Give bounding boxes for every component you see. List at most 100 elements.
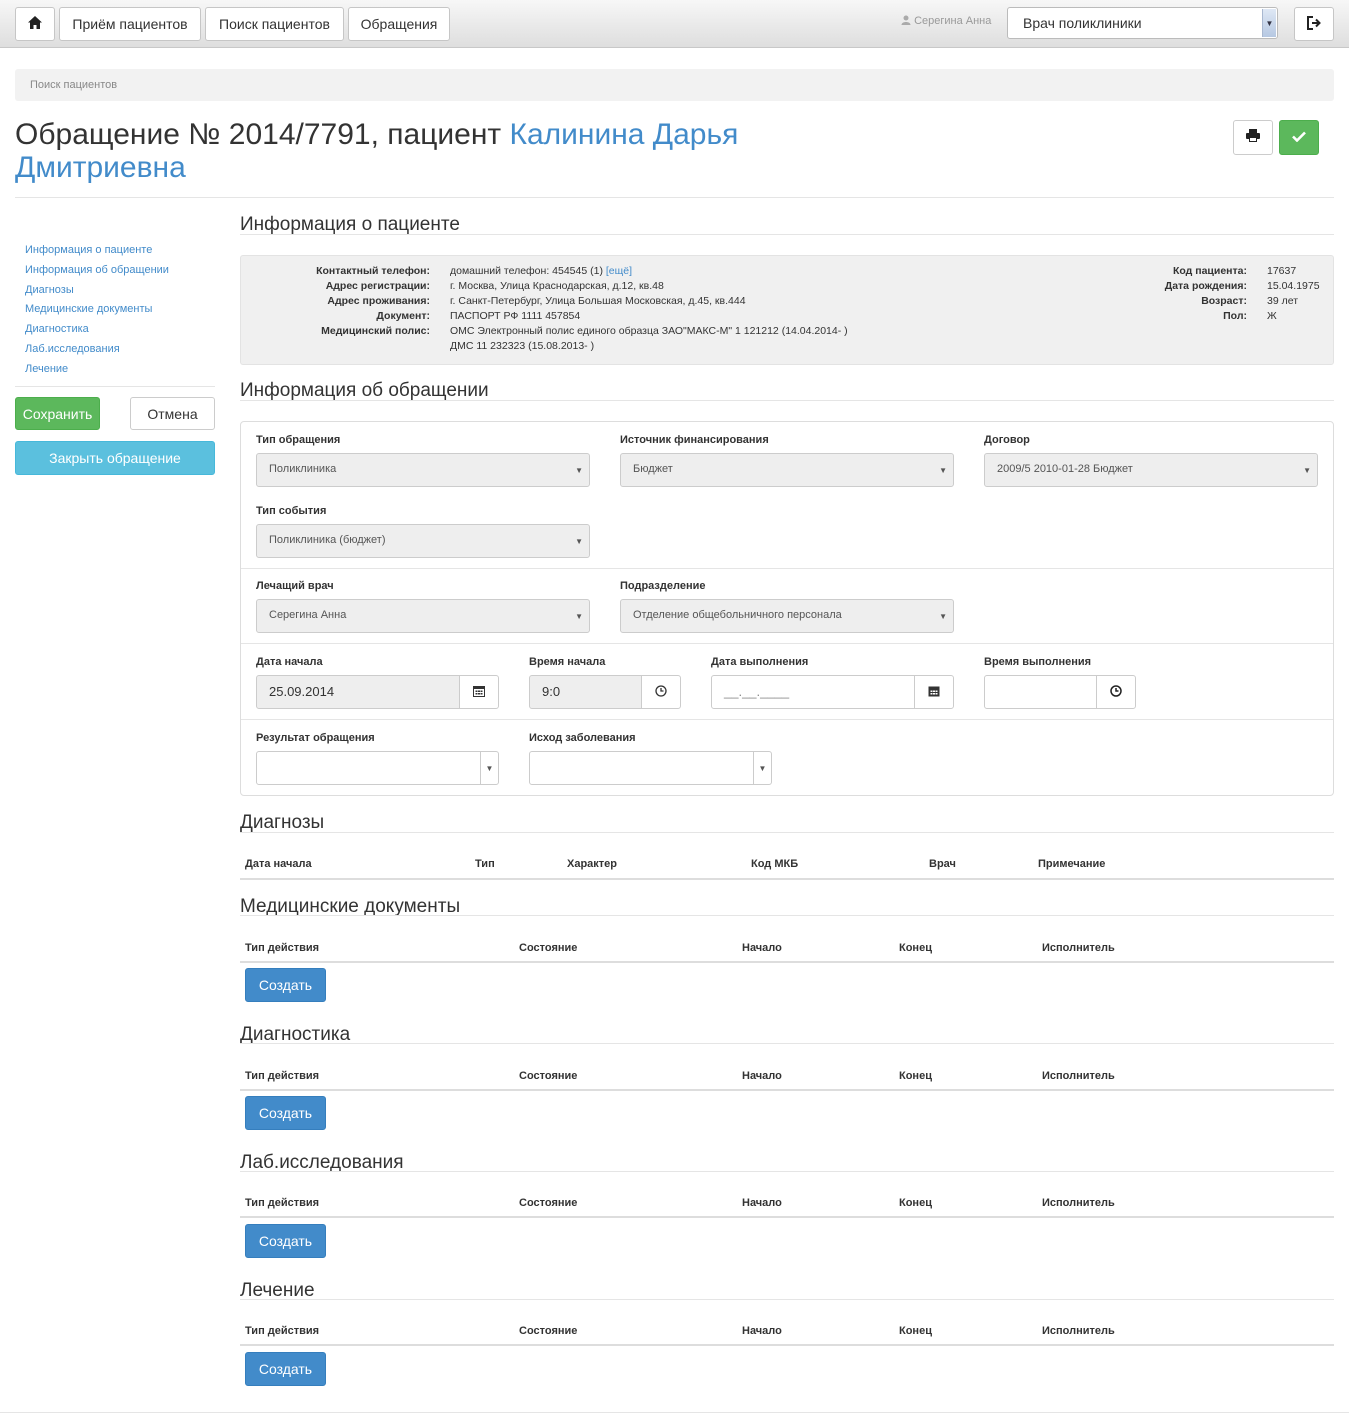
start-date-label: Дата начала	[256, 656, 323, 668]
col-header-end[interactable]: Конец	[899, 1197, 932, 1209]
col-header-begin[interactable]: Начало	[742, 1070, 782, 1082]
col-header-character[interactable]: Характер	[567, 858, 617, 870]
chevron-down-icon[interactable]: ▼	[1262, 9, 1276, 37]
create-diagnostics-button[interactable]: Создать	[245, 1096, 326, 1130]
col-header-status[interactable]: Состояние	[519, 942, 577, 954]
sidenav-item-diagnoses[interactable]: Диагнозы	[25, 284, 215, 304]
reg-address-value: г. Москва, Улица Краснодарская, д.12, кв…	[450, 280, 664, 292]
reg-address-label: Адрес регистрации:	[325, 280, 430, 292]
cancel-button[interactable]: Отмена	[130, 397, 215, 430]
col-header-icd-code[interactable]: Код МКБ	[751, 858, 798, 870]
col-header-start-date[interactable]: Дата начала	[245, 858, 312, 870]
col-header-action-type[interactable]: Тип действия	[245, 1070, 319, 1082]
sidenav-item-medical-documents[interactable]: Медицинские документы	[25, 303, 215, 323]
policy-value-dms: ДМС 11 232323 (15.08.2013- )	[450, 340, 595, 352]
doctor-select[interactable]: Серегина Анна ▼	[256, 599, 590, 633]
col-header-note[interactable]: Примечание	[1038, 858, 1105, 870]
table-header-rule	[240, 1344, 1334, 1346]
logout-button[interactable]	[1294, 7, 1334, 41]
breadcrumb-item-patient-search[interactable]: Поиск пациентов	[30, 79, 117, 91]
funding-select[interactable]: Бюджет ▼	[620, 453, 954, 487]
col-header-action-type[interactable]: Тип действия	[245, 1325, 319, 1337]
sidenav-item-diagnostics[interactable]: Диагностика	[25, 323, 215, 343]
col-header-action-type[interactable]: Тип действия	[245, 942, 319, 954]
col-header-executor[interactable]: Исполнитель	[1042, 1197, 1115, 1209]
end-time-input[interactable]	[984, 675, 1097, 709]
visit-result-label: Результат обращения	[256, 732, 375, 744]
caret-down-icon: ▼	[575, 537, 583, 546]
start-time-picker-button[interactable]	[641, 675, 681, 709]
sex-label: Пол:	[1223, 310, 1247, 322]
print-icon	[1246, 129, 1260, 146]
sidenav-item-patient-info[interactable]: Информация о пациенте	[25, 244, 215, 264]
create-lab-test-button[interactable]: Создать	[245, 1224, 326, 1258]
col-header-type[interactable]: Тип	[475, 858, 495, 870]
sidenav-item-treatment[interactable]: Лечение	[25, 363, 215, 383]
age-label: Возраст:	[1201, 295, 1247, 307]
col-header-action-type[interactable]: Тип действия	[245, 1197, 319, 1209]
confirm-button[interactable]	[1279, 120, 1319, 155]
create-treatment-button[interactable]: Создать	[245, 1352, 326, 1386]
department-select[interactable]: Отделение общебольничного персонала ▼	[620, 599, 954, 633]
breadcrumb: Поиск пациентов	[15, 69, 1334, 101]
start-time-input[interactable]: 9:0	[529, 675, 642, 709]
col-header-begin[interactable]: Начало	[742, 1325, 782, 1337]
home-button[interactable]	[15, 7, 55, 41]
end-date-picker-button[interactable]	[914, 675, 954, 709]
print-button[interactable]	[1233, 120, 1273, 155]
col-header-begin[interactable]: Начало	[742, 942, 782, 954]
col-header-doctor[interactable]: Врач	[929, 858, 956, 870]
col-header-executor[interactable]: Исполнитель	[1042, 942, 1115, 954]
current-user[interactable]: Серегина Анна	[901, 15, 991, 28]
section-divider	[240, 234, 1334, 235]
section-divider	[240, 915, 1334, 916]
caret-down-icon: ▼	[1303, 466, 1311, 475]
footer-divider	[0, 1412, 1349, 1413]
sidenav-divider	[15, 386, 215, 387]
nav-patient-reception[interactable]: Приём пациентов	[59, 7, 201, 41]
col-header-executor[interactable]: Исполнитель	[1042, 1325, 1115, 1337]
logout-icon	[1306, 15, 1322, 33]
start-date-picker-button[interactable]	[459, 675, 499, 709]
role-select[interactable]: Врач поликлиники ▼	[1007, 7, 1278, 39]
close-visit-button[interactable]: Закрыть обращение	[15, 441, 215, 475]
col-header-status[interactable]: Состояние	[519, 1325, 577, 1337]
col-header-executor[interactable]: Исполнитель	[1042, 1070, 1115, 1082]
outcome-select[interactable]: ▼	[529, 751, 772, 785]
doctor-label: Лечащий врач	[256, 580, 334, 592]
col-header-end[interactable]: Конец	[899, 1070, 932, 1082]
visit-result-select[interactable]: ▼	[256, 751, 499, 785]
phone-more-link[interactable]: [ещё]	[606, 265, 632, 277]
nav-patient-search[interactable]: Поиск пациентов	[205, 7, 344, 41]
sidenav-item-visit-info[interactable]: Информация об обращении	[25, 264, 215, 284]
table-header-rule	[240, 1089, 1334, 1091]
section-divider	[240, 1299, 1334, 1300]
age-value: 39 лет	[1267, 295, 1299, 307]
visit-type-select[interactable]: Поликлиника ▼	[256, 453, 590, 487]
caret-down-icon: ▼	[575, 612, 583, 621]
live-address-label: Адрес проживания:	[327, 295, 430, 307]
col-header-status[interactable]: Состояние	[519, 1197, 577, 1209]
patient-code-value: 17637	[1267, 265, 1297, 277]
live-address-value: г. Санкт-Петербург, Улица Большая Москов…	[450, 295, 746, 307]
header-divider	[15, 197, 1334, 198]
section-divider	[240, 1171, 1334, 1172]
event-type-select[interactable]: Поликлиника (бюджет) ▼	[256, 524, 590, 558]
contract-select[interactable]: 2009/5 2010-01-28 Бюджет ▼	[984, 453, 1318, 487]
clock-icon	[655, 684, 667, 700]
sidenav-item-lab-tests[interactable]: Лаб.исследования	[25, 343, 215, 363]
end-time-picker-button[interactable]	[1096, 675, 1136, 709]
save-button[interactable]: Сохранить	[15, 397, 100, 430]
end-date-input[interactable]: __.__.____	[711, 675, 915, 709]
nav-visits[interactable]: Обращения	[348, 7, 450, 41]
doctor-value: Серегина Анна	[269, 609, 347, 621]
clock-icon	[1110, 684, 1122, 700]
col-header-end[interactable]: Конец	[899, 1325, 932, 1337]
col-header-end[interactable]: Конец	[899, 942, 932, 954]
table-header-rule	[240, 878, 1334, 880]
col-header-status[interactable]: Состояние	[519, 1070, 577, 1082]
document-value: ПАСПОРТ РФ 1111 457854	[450, 310, 581, 322]
start-date-input[interactable]: 25.09.2014	[256, 675, 460, 709]
create-medical-document-button[interactable]: Создать	[245, 968, 326, 1002]
col-header-begin[interactable]: Начало	[742, 1197, 782, 1209]
